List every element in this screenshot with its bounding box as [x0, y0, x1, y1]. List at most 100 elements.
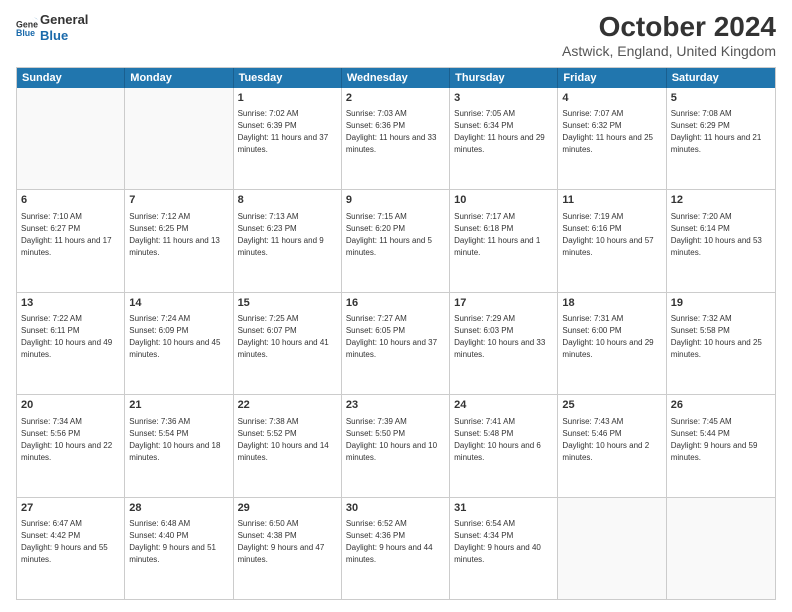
day-header-tuesday: Tuesday — [234, 68, 342, 88]
logo-general: General — [40, 12, 88, 28]
day-header-thursday: Thursday — [450, 68, 558, 88]
calendar-cell-31: 31Sunrise: 6:54 AMSunset: 4:34 PMDayligh… — [450, 498, 558, 599]
cell-info: Sunrise: 7:25 AMSunset: 6:07 PMDaylight:… — [238, 313, 337, 361]
cell-info: Sunrise: 7:05 AMSunset: 6:34 PMDaylight:… — [454, 108, 553, 156]
calendar-row-4: 27 Sunrise: 6:47 AMSunset: 4:42 PMDayligh… — [17, 497, 775, 599]
cell-info: Sunrise: 7:03 AMSunset: 6:36 PMDaylight:… — [346, 108, 445, 156]
cell-info: Sunrise: 7:27 AMSunset: 6:05 PMDaylight:… — [346, 313, 445, 361]
cell-info: Sunrise: 7:34 AMSunset: 5:56 PMDaylight:… — [21, 416, 120, 464]
calendar-cell-14: 14 Sunrise: 7:24 AMSunset: 6:09 PMDayligh… — [125, 293, 233, 394]
calendar-row-0: 1 Sunrise: 7:02 AMSunset: 6:39 PMDaylight… — [17, 88, 775, 189]
day-number: 26 — [671, 398, 771, 413]
logo: General Blue General Blue — [16, 12, 88, 43]
calendar-cell-18: 18 Sunrise: 7:31 AMSunset: 6:00 PMDayligh… — [558, 293, 666, 394]
calendar-cell-3: 3Sunrise: 7:05 AMSunset: 6:34 PMDaylight… — [450, 88, 558, 189]
page: General Blue General Blue October 2024 A… — [0, 0, 792, 612]
calendar-cell-19: 19Sunrise: 7:32 AMSunset: 5:58 PMDayligh… — [667, 293, 775, 394]
calendar-body: 1 Sunrise: 7:02 AMSunset: 6:39 PMDaylight… — [17, 88, 775, 599]
cell-info: Sunrise: 7:24 AMSunset: 6:09 PMDaylight:… — [129, 313, 228, 361]
title-block: October 2024 Astwick, England, United Ki… — [562, 12, 776, 59]
day-number: 8 — [238, 193, 337, 208]
calendar-cell-5: 5 Sunrise: 7:08 AMSunset: 6:29 PMDaylight… — [667, 88, 775, 189]
day-number: 18 — [562, 296, 661, 311]
cell-info: Sunrise: 6:47 AMSunset: 4:42 PMDaylight:… — [21, 518, 120, 566]
day-number: 1 — [238, 91, 337, 106]
day-number: 21 — [129, 398, 228, 413]
svg-text:Blue: Blue — [16, 28, 35, 38]
day-number: 23 — [346, 398, 445, 413]
cell-info: Sunrise: 7:31 AMSunset: 6:00 PMDaylight:… — [562, 313, 661, 361]
calendar-cell-30: 30 Sunrise: 6:52 AMSunset: 4:36 PMDayligh… — [342, 498, 450, 599]
header: General Blue General Blue October 2024 A… — [16, 12, 776, 59]
logo-blue: Blue — [40, 28, 88, 44]
day-header-monday: Monday — [125, 68, 233, 88]
calendar-cell-6: 6Sunrise: 7:10 AMSunset: 6:27 PMDaylight… — [17, 190, 125, 291]
cell-info: Sunrise: 7:43 AMSunset: 5:46 PMDaylight:… — [562, 416, 661, 464]
cell-info: Sunrise: 6:52 AMSunset: 4:36 PMDaylight:… — [346, 518, 445, 566]
calendar-cell-2: 2 Sunrise: 7:03 AMSunset: 6:36 PMDaylight… — [342, 88, 450, 189]
logo-icon: General Blue — [16, 17, 38, 39]
calendar-cell-21: 21 Sunrise: 7:36 AMSunset: 5:54 PMDayligh… — [125, 395, 233, 496]
calendar-cell-25: 25 Sunrise: 7:43 AMSunset: 5:46 PMDayligh… — [558, 395, 666, 496]
calendar-cell-17: 17Sunrise: 7:29 AMSunset: 6:03 PMDayligh… — [450, 293, 558, 394]
day-number: 25 — [562, 398, 661, 413]
day-number: 5 — [671, 91, 771, 106]
location: Astwick, England, United Kingdom — [562, 43, 776, 59]
calendar-cell-24: 24 Sunrise: 7:41 AMSunset: 5:48 PMDayligh… — [450, 395, 558, 496]
calendar-cell-29: 29Sunrise: 6:50 AMSunset: 4:38 PMDayligh… — [234, 498, 342, 599]
cell-info: Sunrise: 7:22 AMSunset: 6:11 PMDaylight:… — [21, 313, 120, 361]
calendar-cell-16: 16Sunrise: 7:27 AMSunset: 6:05 PMDayligh… — [342, 293, 450, 394]
day-number: 20 — [21, 398, 120, 413]
day-number: 6 — [21, 193, 120, 208]
cell-info: Sunrise: 7:39 AMSunset: 5:50 PMDaylight:… — [346, 416, 445, 464]
cell-info: Sunrise: 7:32 AMSunset: 5:58 PMDaylight:… — [671, 313, 771, 361]
day-number: 9 — [346, 193, 445, 208]
cell-info: Sunrise: 7:12 AMSunset: 6:25 PMDaylight:… — [129, 211, 228, 259]
calendar-cell-11: 11 Sunrise: 7:19 AMSunset: 6:16 PMDayligh… — [558, 190, 666, 291]
calendar-cell-13: 13 Sunrise: 7:22 AMSunset: 6:11 PMDayligh… — [17, 293, 125, 394]
day-number: 29 — [238, 501, 337, 516]
calendar-cell-22: 22Sunrise: 7:38 AMSunset: 5:52 PMDayligh… — [234, 395, 342, 496]
calendar-cell-26: 26 Sunrise: 7:45 AMSunset: 5:44 PMDayligh… — [667, 395, 775, 496]
day-header-saturday: Saturday — [667, 68, 775, 88]
day-number: 15 — [238, 296, 337, 311]
calendar-cell-28: 28 Sunrise: 6:48 AMSunset: 4:40 PMDayligh… — [125, 498, 233, 599]
cell-info: Sunrise: 7:17 AMSunset: 6:18 PMDaylight:… — [454, 211, 553, 259]
cell-info: Sunrise: 7:07 AMSunset: 6:32 PMDaylight:… — [562, 108, 661, 156]
cell-info: Sunrise: 7:02 AMSunset: 6:39 PMDaylight:… — [238, 108, 337, 156]
calendar-cell-20: 20 Sunrise: 7:34 AMSunset: 5:56 PMDayligh… — [17, 395, 125, 496]
cell-info: Sunrise: 7:38 AMSunset: 5:52 PMDaylight:… — [238, 416, 337, 464]
day-number: 14 — [129, 296, 228, 311]
calendar-cell-4: 4Sunrise: 7:07 AMSunset: 6:32 PMDaylight… — [558, 88, 666, 189]
calendar-cell-10: 10Sunrise: 7:17 AMSunset: 6:18 PMDayligh… — [450, 190, 558, 291]
calendar-cell-empty-4-6 — [667, 498, 775, 599]
cell-info: Sunrise: 7:08 AMSunset: 6:29 PMDaylight:… — [671, 108, 771, 156]
cell-info: Sunrise: 7:36 AMSunset: 5:54 PMDaylight:… — [129, 416, 228, 464]
calendar-cell-9: 9Sunrise: 7:15 AMSunset: 6:20 PMDaylight… — [342, 190, 450, 291]
day-number: 28 — [129, 501, 228, 516]
day-header-wednesday: Wednesday — [342, 68, 450, 88]
day-number: 17 — [454, 296, 553, 311]
calendar: SundayMondayTuesdayWednesdayThursdayFrid… — [16, 67, 776, 600]
cell-info: Sunrise: 6:48 AMSunset: 4:40 PMDaylight:… — [129, 518, 228, 566]
day-number: 11 — [562, 193, 661, 208]
day-number: 30 — [346, 501, 445, 516]
cell-info: Sunrise: 7:41 AMSunset: 5:48 PMDaylight:… — [454, 416, 553, 464]
day-header-friday: Friday — [558, 68, 666, 88]
calendar-cell-8: 8Sunrise: 7:13 AMSunset: 6:23 PMDaylight… — [234, 190, 342, 291]
calendar-cell-empty-0-0 — [17, 88, 125, 189]
cell-info: Sunrise: 7:20 AMSunset: 6:14 PMDaylight:… — [671, 211, 771, 259]
day-number: 13 — [21, 296, 120, 311]
day-number: 2 — [346, 91, 445, 106]
day-number: 27 — [21, 501, 120, 516]
day-number: 7 — [129, 193, 228, 208]
calendar-cell-27: 27 Sunrise: 6:47 AMSunset: 4:42 PMDayligh… — [17, 498, 125, 599]
day-number: 24 — [454, 398, 553, 413]
cell-info: Sunrise: 7:45 AMSunset: 5:44 PMDaylight:… — [671, 416, 771, 464]
day-header-sunday: Sunday — [17, 68, 125, 88]
calendar-cell-12: 12Sunrise: 7:20 AMSunset: 6:14 PMDayligh… — [667, 190, 775, 291]
calendar-cell-empty-0-1 — [125, 88, 233, 189]
cell-info: Sunrise: 7:19 AMSunset: 6:16 PMDaylight:… — [562, 211, 661, 259]
calendar-cell-15: 15 Sunrise: 7:25 AMSunset: 6:07 PMDayligh… — [234, 293, 342, 394]
calendar-cell-23: 23 Sunrise: 7:39 AMSunset: 5:50 PMDayligh… — [342, 395, 450, 496]
